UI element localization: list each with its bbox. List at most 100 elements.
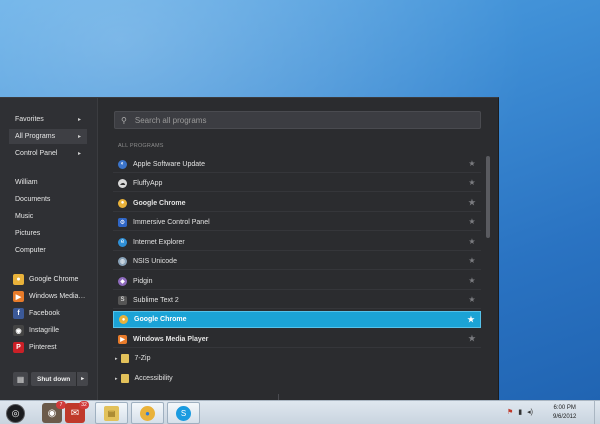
nav-label: All Programs xyxy=(15,133,56,140)
program-row[interactable]: ● Google Chrome ★ xyxy=(113,195,481,212)
search-input[interactable] xyxy=(134,115,435,125)
program-label: Sublime Text 2 xyxy=(133,296,179,304)
cloud-icon: ☁ xyxy=(118,178,127,188)
folder-icon xyxy=(120,374,129,383)
chrome-icon: ● xyxy=(118,198,127,208)
section-label: ALL PROGRAMS xyxy=(118,143,164,149)
star-icon[interactable]: ★ xyxy=(467,295,477,305)
nav-label: Control Panel xyxy=(15,150,58,157)
program-label: FluffyApp xyxy=(133,179,163,187)
program-row[interactable]: e Internet Explorer ★ xyxy=(113,234,481,251)
search-box[interactable]: ⚲ xyxy=(114,111,481,129)
apple-update-icon: ◐ xyxy=(118,159,127,169)
nsis-icon: ◍ xyxy=(118,256,127,266)
pinned-pinterest[interactable]: P Pinterest xyxy=(13,342,57,353)
facebook-icon: f xyxy=(13,308,24,319)
chevron-right-icon: ▸ xyxy=(115,355,118,362)
nav-all-programs[interactable]: All Programs ▸ xyxy=(9,129,87,144)
program-label: Apple Software Update xyxy=(133,160,205,168)
start-logo-icon: ◎ xyxy=(11,408,20,418)
program-row[interactable]: S Sublime Text 2 ★ xyxy=(113,292,481,309)
pinned-label: Pinterest xyxy=(29,344,57,351)
taskbar-chrome[interactable]: ● xyxy=(131,402,164,424)
pinterest-icon: P xyxy=(13,342,24,353)
network-icon[interactable]: ▮ xyxy=(518,408,522,416)
search-icon: ⚲ xyxy=(121,115,127,125)
shutdown-options-icon[interactable]: ▸ xyxy=(76,372,88,386)
gear-icon: ⚙ xyxy=(118,217,127,227)
chevron-right-icon: ▸ xyxy=(77,151,81,157)
chevron-right-icon: ▸ xyxy=(77,134,81,140)
taskbar: ◎ ◉ 7 ✉ 32 ▤ ● S ⚑ ▮ ◂) 6:00 PM 9/6/2012 xyxy=(0,400,600,424)
place-music[interactable]: Music xyxy=(15,213,33,220)
chrome-icon: ● xyxy=(140,405,155,421)
star-icon[interactable]: ★ xyxy=(467,198,477,208)
pinned-instagrille[interactable]: ◉ Instagrille xyxy=(13,325,59,336)
program-row[interactable]: ◍ NSIS Unicode ★ xyxy=(113,253,481,270)
star-icon[interactable]: ★ xyxy=(467,237,477,247)
program-row[interactable]: ◆ Pidgin ★ xyxy=(113,273,481,290)
shutdown-row: ▦ Shut down ▸ xyxy=(13,372,88,386)
volume-icon[interactable]: ◂) xyxy=(527,408,533,416)
program-row[interactable]: ◐ Apple Software Update ★ xyxy=(113,156,481,173)
place-user[interactable]: William xyxy=(15,179,38,186)
folder-label: 7-Zip xyxy=(134,355,151,362)
star-icon[interactable]: ★ xyxy=(467,159,477,169)
clock[interactable]: 6:00 PM 9/6/2012 xyxy=(553,404,576,422)
place-documents[interactable]: Documents xyxy=(15,196,50,203)
flag-icon[interactable]: ⚑ xyxy=(507,408,513,416)
start-menu: Favorites ▸ All Programs ▸ Control Panel… xyxy=(0,97,499,401)
taskbar-instagram[interactable]: ◉ 7 xyxy=(42,401,66,423)
star-icon[interactable]: ★ xyxy=(467,334,477,344)
show-desktop-button[interactable] xyxy=(594,401,600,424)
notification-badge: 32 xyxy=(79,401,89,409)
start-button[interactable]: ◎ xyxy=(6,404,25,423)
star-icon[interactable]: ★ xyxy=(467,178,477,188)
programs-pane: ⚲ ALL PROGRAMS ◐ Apple Software Update ★… xyxy=(98,98,498,401)
apps-grid-button[interactable]: ▦ xyxy=(13,372,28,386)
ie-icon: e xyxy=(118,237,127,247)
pinned-label: Facebook xyxy=(29,310,60,317)
star-icon[interactable]: ★ xyxy=(467,217,477,227)
program-label: Internet Explorer xyxy=(133,238,185,246)
folder-row-accessibility[interactable]: ▸ Accessibility xyxy=(113,370,481,387)
place-computer[interactable]: Computer xyxy=(15,247,46,254)
scrollbar[interactable] xyxy=(486,156,490,238)
nav-control-panel[interactable]: Control Panel ▸ xyxy=(9,146,87,161)
program-label: Pidgin xyxy=(133,277,153,285)
shutdown-button[interactable]: Shut down ▸ xyxy=(31,372,88,386)
taskbar-skype[interactable]: S xyxy=(167,402,200,424)
chrome-icon: ● xyxy=(13,274,24,285)
folder-label: Accessibility xyxy=(134,375,173,382)
folder-icon: ▤ xyxy=(104,405,119,421)
program-row-selected[interactable]: ● Google Chrome ★ xyxy=(113,311,481,328)
program-label: Google Chrome xyxy=(133,199,186,207)
star-icon[interactable]: ★ xyxy=(467,256,477,266)
star-icon[interactable]: ★ xyxy=(466,315,476,325)
mail-icon: ✉ xyxy=(70,407,80,419)
taskbar-mail[interactable]: ✉ 32 xyxy=(65,401,89,423)
place-pictures[interactable]: Pictures xyxy=(15,230,40,237)
pinned-google-chrome[interactable]: ● Google Chrome xyxy=(13,274,78,285)
pinned-label: Instagrille xyxy=(29,327,59,334)
program-row[interactable]: ⚙ Immersive Control Panel ★ xyxy=(113,214,481,231)
clock-time: 6:00 PM xyxy=(553,405,576,411)
taskbar-explorer[interactable]: ▤ xyxy=(95,402,128,424)
pinned-windows-media[interactable]: ▶ Windows Media… xyxy=(13,291,85,302)
program-row[interactable]: ☁ FluffyApp ★ xyxy=(113,175,481,192)
folder-icon xyxy=(120,354,129,363)
program-label: NSIS Unicode xyxy=(133,257,177,265)
nav-label: Favorites xyxy=(15,116,44,123)
pinned-facebook[interactable]: f Facebook xyxy=(13,308,60,319)
program-label: Windows Media Player xyxy=(133,335,209,343)
system-tray: ⚑ ▮ ◂) xyxy=(507,408,533,416)
instagram-icon: ◉ xyxy=(13,325,24,336)
chrome-icon: ● xyxy=(119,315,128,324)
program-label: Immersive Control Panel xyxy=(133,218,210,226)
nav-favorites[interactable]: Favorites ▸ xyxy=(9,112,87,127)
pidgin-icon: ◆ xyxy=(118,276,127,286)
program-label: Google Chrome xyxy=(134,316,187,323)
star-icon[interactable]: ★ xyxy=(467,276,477,286)
folder-row-7zip[interactable]: ▸ 7-Zip xyxy=(113,350,481,367)
program-row[interactable]: ▶ Windows Media Player ★ xyxy=(113,331,481,348)
